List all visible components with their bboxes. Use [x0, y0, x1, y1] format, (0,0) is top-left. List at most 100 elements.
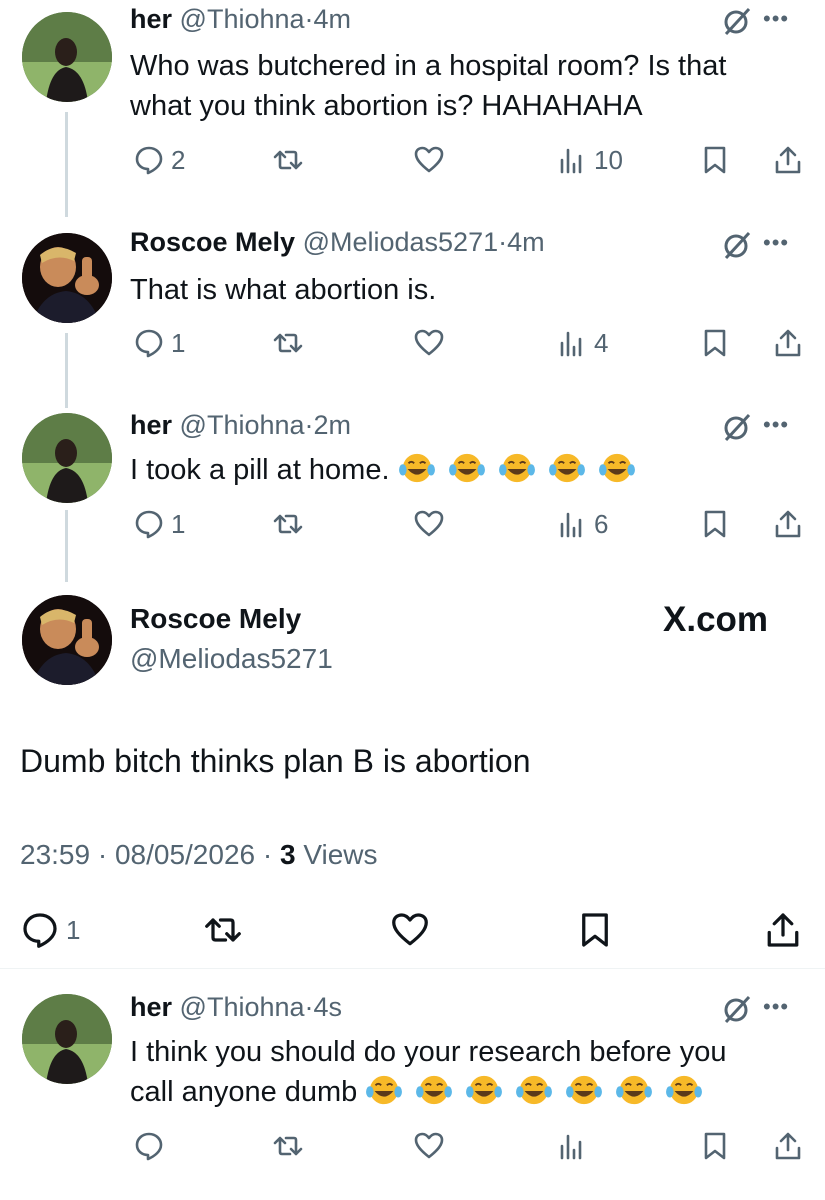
bookmark-button[interactable] [575, 910, 615, 950]
views-count: 10 [594, 144, 623, 175]
laughing-emoji [548, 451, 586, 485]
author-name[interactable]: her [130, 4, 172, 34]
reply-button[interactable]: 2 [133, 144, 185, 176]
bookmark-button[interactable] [699, 144, 731, 176]
timestamp[interactable]: 2m [314, 410, 352, 440]
like-button[interactable] [413, 508, 445, 540]
author-handle[interactable]: @Thiohna [180, 410, 305, 440]
reply-count: 1 [171, 508, 186, 539]
views-icon [560, 148, 582, 174]
heart-icon [414, 329, 444, 356]
views-button[interactable] [556, 1130, 588, 1162]
views-count: 3 [279, 839, 296, 870]
like-button[interactable] [413, 1130, 445, 1162]
share-button[interactable] [772, 327, 804, 359]
tweet-text: I took a pill at home. [130, 450, 648, 490]
views-button[interactable]: 10 [556, 144, 623, 176]
more-icon[interactable]: ••• [763, 994, 789, 1020]
avatar[interactable] [22, 994, 112, 1084]
author-name[interactable]: Roscoe Mely [130, 227, 295, 257]
bookmark-button[interactable] [699, 327, 731, 359]
author-name[interactable]: Roscoe Mely [130, 603, 301, 635]
views-button[interactable]: 6 [556, 508, 608, 540]
grok-icon[interactable] [722, 230, 752, 260]
share-button[interactable] [772, 1130, 804, 1162]
author-handle[interactable]: @Meliodas5271 [130, 643, 333, 675]
retweet-button[interactable] [272, 508, 304, 540]
retweet-button[interactable] [272, 1130, 304, 1162]
reply-button[interactable]: 1 [133, 508, 185, 540]
bookmark-icon [582, 913, 608, 947]
tweet-timestamp[interactable]: 23:59 · 08/05/2026 · [20, 839, 280, 870]
tweet-header: her @Thiohna·4s [130, 990, 342, 1024]
separator: · [498, 227, 508, 257]
laughing-emoji [448, 451, 486, 485]
tweet-text-line: what you think abortion is? HAHAHAHA [130, 90, 643, 122]
laughing-emoji [498, 451, 536, 485]
author-handle[interactable]: @Thiohna [180, 4, 305, 34]
tweet-meta: 23:59 · 08/05/2026 · 3 Views [20, 839, 378, 871]
retweet-icon [273, 1136, 303, 1156]
share-button[interactable] [763, 910, 803, 950]
share-button[interactable] [772, 508, 804, 540]
share-icon [775, 146, 801, 174]
author-name[interactable]: her [130, 410, 172, 440]
retweet-icon [205, 918, 241, 942]
more-icon[interactable]: ••• [763, 412, 789, 438]
laughing-emoji [365, 1073, 403, 1107]
share-icon [775, 1132, 801, 1160]
reply-button[interactable]: 1 [20, 910, 80, 950]
laughing-emoji [465, 1073, 503, 1107]
bookmark-button[interactable] [699, 508, 731, 540]
avatar[interactable] [22, 12, 112, 102]
bookmark-button[interactable] [699, 1130, 731, 1162]
views-label: Views [295, 839, 378, 870]
like-button[interactable] [413, 144, 445, 176]
like-button[interactable] [390, 910, 430, 950]
reply-button[interactable] [133, 1130, 165, 1162]
grok-icon[interactable] [722, 412, 752, 442]
separator: · [304, 992, 314, 1022]
tweet-text: I think you should do your research befo… [130, 1032, 726, 1112]
reply-button[interactable]: 1 [133, 327, 185, 359]
reply-count: 2 [171, 144, 186, 175]
reply-count: 1 [66, 914, 81, 945]
share-icon [775, 510, 801, 538]
emoji-group [398, 451, 648, 486]
reply-icon [23, 913, 57, 948]
separator: · [304, 4, 314, 34]
laughing-emoji [665, 1073, 703, 1107]
retweet-button[interactable] [203, 910, 243, 950]
author-handle[interactable]: @Thiohna [180, 992, 305, 1022]
views-icon [560, 512, 582, 538]
avatar[interactable] [22, 233, 112, 323]
avatar[interactable] [22, 413, 112, 503]
avatar[interactable] [22, 595, 112, 685]
more-icon[interactable]: ••• [763, 6, 789, 32]
views-count: 4 [594, 327, 609, 358]
reply-icon [135, 329, 163, 358]
tweet-text-line: I think you should do your research befo… [130, 1036, 727, 1068]
tweet-text: Who was butchered in a hospital room? Is… [130, 46, 726, 126]
more-icon[interactable]: ••• [763, 230, 789, 256]
timestamp[interactable]: 4m [314, 4, 352, 34]
views-count: 6 [594, 508, 609, 539]
heart-icon [392, 913, 428, 946]
brand-watermark: X.com [663, 600, 769, 639]
views-button[interactable]: 4 [556, 327, 608, 359]
reply-icon [135, 1132, 163, 1161]
grok-icon[interactable] [722, 6, 752, 36]
author-name[interactable]: her [130, 992, 172, 1022]
timestamp[interactable]: 4s [314, 992, 343, 1022]
share-button[interactable] [772, 144, 804, 176]
tweet-header: Roscoe Mely @Meliodas5271·4m [130, 225, 545, 259]
retweet-button[interactable] [272, 144, 304, 176]
retweet-icon [273, 514, 303, 534]
separator: · [304, 410, 314, 440]
timestamp[interactable]: 4m [507, 227, 545, 257]
grok-icon[interactable] [722, 994, 752, 1024]
author-handle[interactable]: @Meliodas5271 [303, 227, 499, 257]
views-icon [560, 1134, 582, 1160]
like-button[interactable] [413, 327, 445, 359]
retweet-button[interactable] [272, 327, 304, 359]
